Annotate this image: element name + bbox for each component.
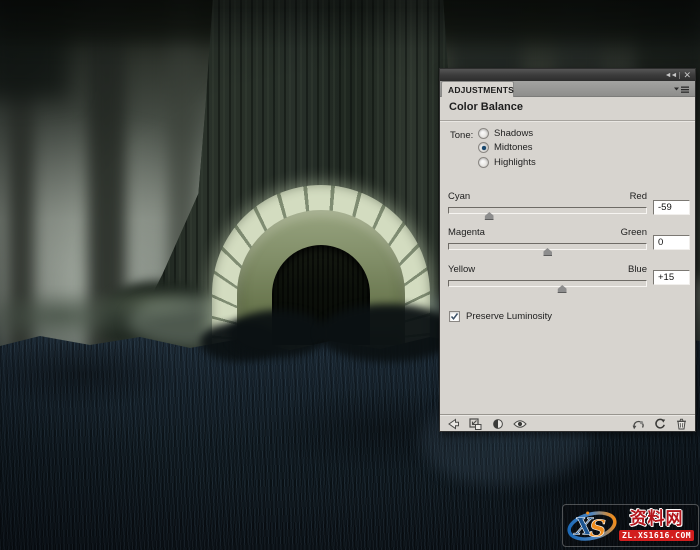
grass-mound [228, 310, 328, 358]
panel-title: Color Balance [449, 101, 523, 113]
radio-button-selected[interactable] [478, 142, 489, 153]
xs-logo-icon: X S [566, 507, 618, 545]
slider-left-label: Cyan [448, 191, 470, 202]
reset-button[interactable] [651, 418, 668, 431]
slider-left-label: Magenta [448, 227, 485, 238]
cyan-red-value-input[interactable] [653, 200, 690, 215]
watermark-logo: X S [566, 507, 618, 545]
slider-right-label: Red [630, 191, 647, 202]
trash-icon [676, 418, 687, 430]
preserve-luminosity-label: Preserve Luminosity [466, 311, 552, 322]
magenta-green-value-input[interactable] [653, 235, 690, 250]
switch-panel-view-button[interactable] [467, 418, 484, 431]
yellow-blue-slider-handle[interactable] [558, 285, 567, 293]
cyan-red-slider-handle[interactable] [485, 212, 494, 220]
slider-left-label: Yellow [448, 264, 475, 275]
panel-menu-icon [674, 85, 690, 94]
close-panel-button[interactable]: ✕ [683, 71, 691, 80]
panel-footer-toolbar [440, 416, 695, 432]
toggle-layer-visibility-button[interactable] [511, 418, 528, 431]
clip-to-layer-button[interactable] [489, 418, 506, 431]
checkmark-icon [450, 312, 459, 321]
titlebar-separator [679, 72, 680, 79]
panel-titlebar: ◄◄ ✕ [440, 69, 695, 81]
reset-icon [654, 418, 666, 430]
eye-icon [513, 419, 527, 429]
view-previous-state-button[interactable] [629, 418, 646, 431]
slider-labels-yellow-blue: Yellow Blue [448, 264, 647, 275]
magenta-green-slider-handle[interactable] [543, 248, 552, 256]
cyan-red-slider-track[interactable] [448, 207, 647, 214]
delete-adjustment-button[interactable] [673, 418, 690, 431]
return-to-adjustment-list-button[interactable] [445, 418, 462, 431]
radio-option-highlights[interactable]: Highlights [478, 156, 536, 169]
tab-adjustments[interactable]: ADJUSTMENTS [441, 81, 514, 97]
slider-right-label: Green [621, 227, 647, 238]
slider-labels-magenta-green: Magenta Green [448, 227, 647, 238]
radio-option-midtones[interactable]: Midtones [478, 141, 533, 154]
slider-labels-cyan-red: Cyan Red [448, 191, 647, 202]
screenshot-root: ◄◄ ✕ ADJUSTMENTS Color Balance Tone: Sha… [0, 0, 700, 550]
magenta-green-slider-track[interactable] [448, 243, 647, 250]
radio-label: Midtones [494, 142, 533, 153]
yellow-blue-value-input[interactable] [653, 270, 690, 285]
slider-right-label: Blue [628, 264, 647, 275]
previous-state-icon [631, 419, 645, 430]
adjustments-panel: ◄◄ ✕ ADJUSTMENTS Color Balance Tone: Sha… [439, 68, 696, 432]
watermark-site-url: ZL.XS1616.COM [619, 530, 694, 541]
panel-menu-button[interactable] [674, 85, 690, 94]
radio-button[interactable] [478, 157, 489, 168]
back-arrow-icon [447, 418, 460, 430]
radio-label: Shadows [494, 128, 533, 139]
collapse-panel-button[interactable]: ◄◄ [665, 72, 677, 79]
panel-tab-row: ADJUSTMENTS [440, 81, 695, 97]
grass-mound [318, 304, 458, 362]
tone-label: Tone: [450, 130, 473, 141]
divider [440, 120, 695, 122]
radio-option-shadows[interactable]: Shadows [478, 127, 533, 140]
preserve-luminosity-checkbox[interactable] [449, 311, 460, 322]
watermark: X S 资料网 ZL.XS1616.COM [562, 504, 699, 547]
watermark-text-block: 资料网 ZL.XS1616.COM [619, 510, 694, 541]
half-circle-icon [492, 418, 504, 430]
radio-button[interactable] [478, 128, 489, 139]
svg-text:S: S [589, 515, 606, 542]
watermark-site-name: 资料网 [630, 510, 684, 529]
preserve-luminosity-checkbox-row[interactable]: Preserve Luminosity [449, 311, 552, 322]
radio-label: Highlights [494, 157, 536, 168]
yellow-blue-slider-track[interactable] [448, 280, 647, 287]
expanded-view-icon [469, 418, 482, 430]
